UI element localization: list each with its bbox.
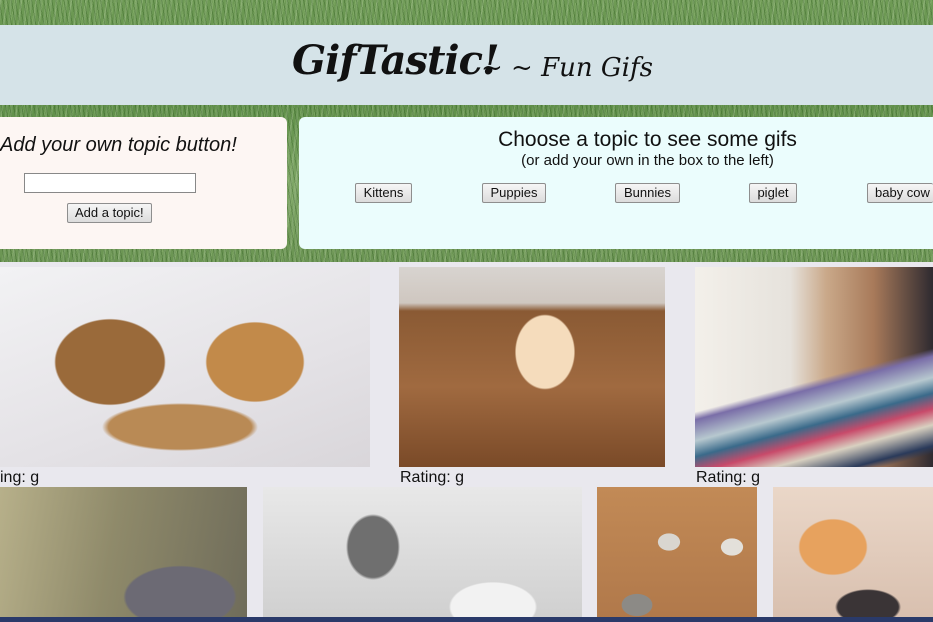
topic-button-puppies[interactable]: Puppies [482, 183, 546, 203]
gif-rating: Rating: g [400, 469, 465, 486]
topic-input[interactable] [24, 173, 196, 193]
topic-button-kittens[interactable]: Kittens [355, 183, 412, 203]
topic-subheading: (or add your own in the box to the left) [521, 152, 774, 169]
page-title: GifTastic! [292, 37, 500, 84]
page-subtitle: ~ ~ Fun Gifs [481, 53, 653, 83]
topic-button-baby-cow[interactable]: baby cow [867, 183, 933, 203]
os-taskbar [0, 617, 933, 622]
gif-rating: Rating: g [696, 469, 761, 486]
add-topic-button[interactable]: Add a topic! [67, 203, 152, 223]
gif-rating: ing: g [0, 469, 40, 486]
topic-button-bunnies[interactable]: Bunnies [615, 183, 680, 203]
gif-sleeping-kittens[interactable] [773, 487, 933, 622]
topic-heading: Choose a topic to see some gifs [498, 128, 797, 151]
gif-kitten-on-blanket[interactable] [695, 267, 933, 467]
gif-cat-and-kitten[interactable] [0, 267, 370, 467]
gif-kittens-on-floor[interactable] [597, 487, 757, 622]
gif-bw-kittens[interactable] [263, 487, 582, 622]
add-topic-heading: Add your own topic button! [0, 134, 237, 156]
topic-button-piglet[interactable]: piglet [749, 183, 797, 203]
gif-fluffy-kitten[interactable] [399, 267, 665, 467]
gif-gray-kitten[interactable] [0, 487, 247, 622]
